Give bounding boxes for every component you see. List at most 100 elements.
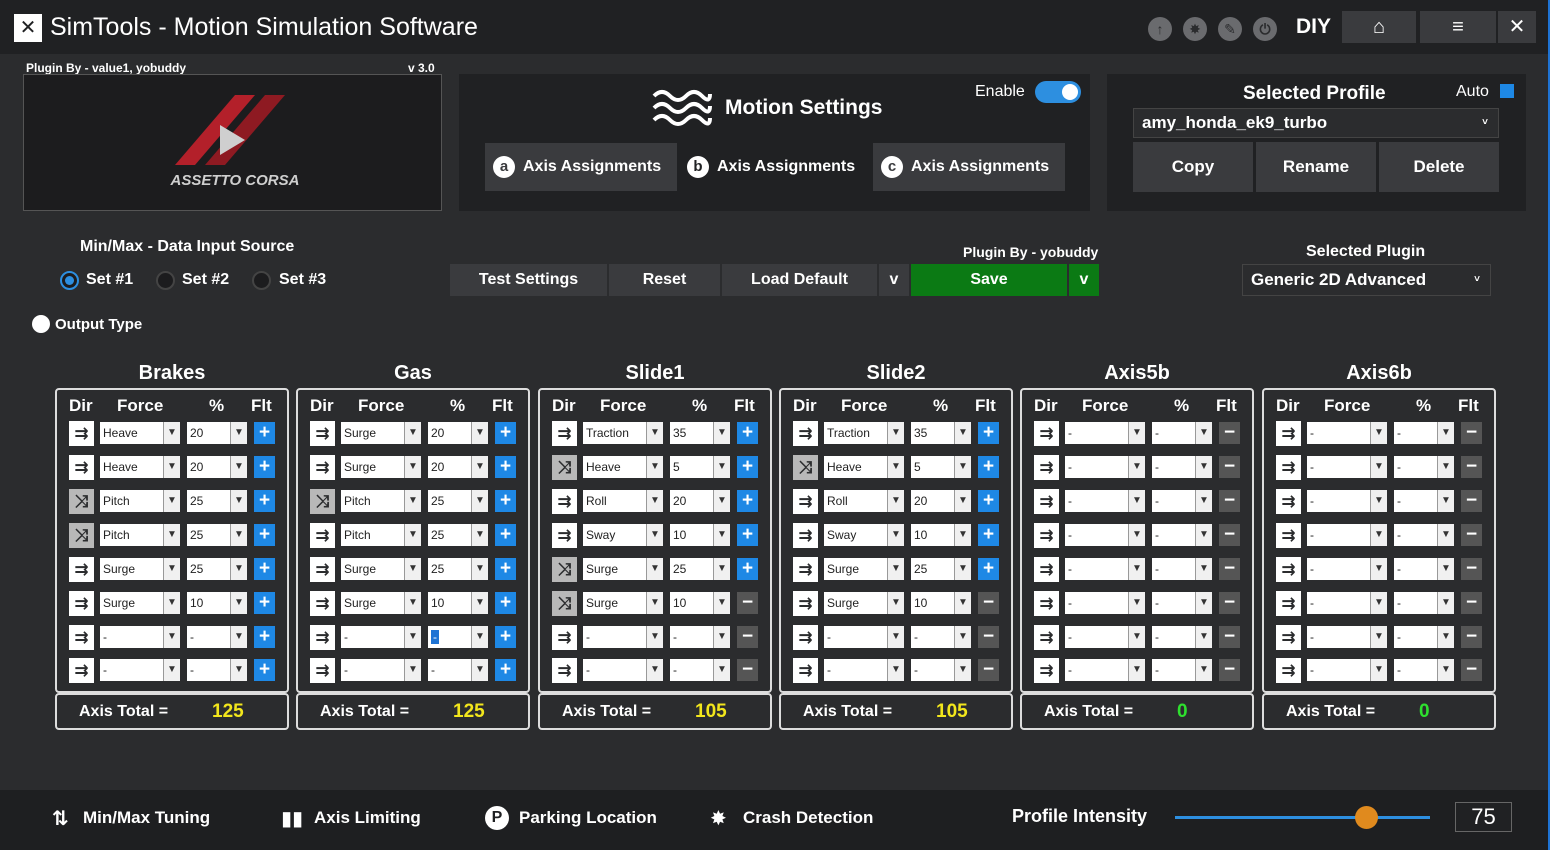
force-select[interactable]: Roll ▼ bbox=[583, 490, 663, 512]
percent-select[interactable]: 20 ▼ bbox=[187, 422, 247, 444]
filter-add-button[interactable]: + bbox=[737, 456, 758, 478]
percent-select[interactable]: - ▼ bbox=[1152, 456, 1212, 478]
direction-icon[interactable]: ⇉ bbox=[552, 523, 577, 548]
filter-remove-button[interactable]: − bbox=[1461, 524, 1482, 546]
percent-select[interactable]: 10 ▼ bbox=[670, 592, 730, 614]
force-select[interactable]: Surge ▼ bbox=[341, 456, 421, 478]
direction-icon[interactable]: ⇉ bbox=[1276, 455, 1301, 480]
direction-icon[interactable]: ⇉ bbox=[1276, 523, 1301, 548]
intensity-value-input[interactable]: 75 bbox=[1455, 802, 1512, 832]
filter-add-button[interactable]: + bbox=[254, 558, 275, 580]
percent-select[interactable]: 20 ▼ bbox=[428, 422, 488, 444]
reset-button[interactable]: Reset bbox=[609, 264, 720, 296]
profile-select[interactable]: amy_honda_ek9_turbo ˅ bbox=[1133, 108, 1499, 138]
filter-add-button[interactable]: + bbox=[254, 659, 275, 681]
load-default-button[interactable]: Load Default bbox=[722, 264, 877, 296]
axis-assignments-b-button[interactable]: b Axis Assignments bbox=[679, 143, 871, 191]
filter-remove-button[interactable]: − bbox=[978, 592, 999, 614]
filter-add-button[interactable]: + bbox=[495, 558, 516, 580]
percent-select[interactable]: - ▼ bbox=[911, 659, 971, 681]
filter-add-button[interactable]: + bbox=[737, 490, 758, 512]
percent-select[interactable]: 25 ▼ bbox=[670, 558, 730, 580]
direction-icon[interactable]: ⇉ bbox=[552, 489, 577, 514]
filter-add-button[interactable]: + bbox=[978, 456, 999, 478]
filter-remove-button[interactable]: − bbox=[1219, 558, 1240, 580]
filter-remove-button[interactable]: − bbox=[1461, 422, 1482, 444]
filter-remove-button[interactable]: − bbox=[1219, 524, 1240, 546]
direction-icon[interactable]: ⇉ bbox=[1034, 523, 1059, 548]
filter-remove-button[interactable]: − bbox=[1461, 558, 1482, 580]
reverse-direction-icon[interactable]: ⤨ bbox=[552, 591, 577, 616]
percent-select[interactable]: - ▼ bbox=[428, 626, 488, 648]
parking-location-button[interactable]: Parking Location bbox=[519, 808, 657, 828]
direction-icon[interactable]: ⇉ bbox=[793, 557, 818, 582]
direction-icon[interactable]: ⇉ bbox=[1276, 591, 1301, 616]
reverse-direction-icon[interactable]: ⤨ bbox=[552, 455, 577, 480]
force-select[interactable]: - ▼ bbox=[1065, 524, 1145, 546]
filter-add-button[interactable]: + bbox=[254, 456, 275, 478]
direction-icon[interactable]: ⇉ bbox=[69, 557, 94, 582]
filter-remove-button[interactable]: − bbox=[1461, 490, 1482, 512]
minmax-tuning-button[interactable]: Min/Max Tuning bbox=[83, 808, 210, 828]
filter-remove-button[interactable]: − bbox=[1219, 626, 1240, 648]
percent-select[interactable]: - ▼ bbox=[1152, 626, 1212, 648]
plugin-select[interactable]: Generic 2D Advanced ˅ bbox=[1242, 264, 1491, 296]
percent-select[interactable]: - ▼ bbox=[187, 659, 247, 681]
percent-select[interactable]: 35 ▼ bbox=[911, 422, 971, 444]
direction-icon[interactable]: ⇉ bbox=[69, 625, 94, 650]
reverse-direction-icon[interactable]: ⤨ bbox=[552, 557, 577, 582]
force-select[interactable]: Surge ▼ bbox=[341, 558, 421, 580]
direction-icon[interactable]: ⇉ bbox=[310, 591, 335, 616]
direction-icon[interactable]: ⇉ bbox=[310, 455, 335, 480]
home-button[interactable]: ⌂ bbox=[1342, 11, 1416, 43]
direction-icon[interactable]: ⇉ bbox=[310, 625, 335, 650]
delete-button[interactable]: Delete bbox=[1379, 142, 1499, 192]
force-select[interactable]: Traction ▼ bbox=[824, 422, 904, 444]
set3-radio[interactable] bbox=[252, 271, 271, 290]
filter-remove-button[interactable]: − bbox=[1461, 626, 1482, 648]
percent-select[interactable]: 10 ▼ bbox=[911, 524, 971, 546]
force-select[interactable]: Sway ▼ bbox=[583, 524, 663, 546]
force-select[interactable]: - ▼ bbox=[1065, 626, 1145, 648]
output-type-label[interactable]: Output Type bbox=[55, 316, 142, 333]
filter-add-button[interactable]: + bbox=[978, 490, 999, 512]
direction-icon[interactable]: ⇉ bbox=[310, 421, 335, 446]
percent-select[interactable]: 25 ▼ bbox=[187, 490, 247, 512]
direction-icon[interactable]: ⇉ bbox=[552, 625, 577, 650]
percent-select[interactable]: 20 ▼ bbox=[187, 456, 247, 478]
load-default-dropdown[interactable]: v bbox=[879, 264, 909, 296]
filter-remove-button[interactable]: − bbox=[978, 659, 999, 681]
force-select[interactable]: - ▼ bbox=[1307, 422, 1387, 444]
percent-select[interactable]: - ▼ bbox=[1152, 659, 1212, 681]
direction-icon[interactable]: ⇉ bbox=[552, 421, 577, 446]
set1-radio[interactable] bbox=[60, 271, 79, 290]
force-select[interactable]: Traction ▼ bbox=[583, 422, 663, 444]
rename-button[interactable]: Rename bbox=[1256, 142, 1376, 192]
force-select[interactable]: Surge ▼ bbox=[341, 592, 421, 614]
menu-button[interactable]: ≡ bbox=[1420, 11, 1496, 43]
percent-select[interactable]: - ▼ bbox=[1394, 490, 1454, 512]
direction-icon[interactable]: ⇉ bbox=[310, 523, 335, 548]
force-select[interactable]: Surge ▼ bbox=[824, 558, 904, 580]
direction-icon[interactable]: ⇉ bbox=[1276, 421, 1301, 446]
percent-select[interactable]: 5 ▼ bbox=[670, 456, 730, 478]
direction-icon[interactable]: ⇉ bbox=[1034, 625, 1059, 650]
percent-select[interactable]: - ▼ bbox=[1152, 490, 1212, 512]
filter-add-button[interactable]: + bbox=[495, 626, 516, 648]
percent-select[interactable]: - ▼ bbox=[1152, 592, 1212, 614]
pencil-icon[interactable]: ✎ bbox=[1218, 17, 1242, 41]
percent-select[interactable]: 25 ▼ bbox=[187, 524, 247, 546]
force-select[interactable]: - ▼ bbox=[1065, 592, 1145, 614]
reverse-direction-icon[interactable]: ⤨ bbox=[69, 523, 94, 548]
direction-icon[interactable]: ⇉ bbox=[793, 658, 818, 683]
percent-select[interactable]: 10 ▼ bbox=[428, 592, 488, 614]
filter-remove-button[interactable]: − bbox=[737, 659, 758, 681]
percent-select[interactable]: - ▼ bbox=[1394, 524, 1454, 546]
percent-select[interactable]: - ▼ bbox=[1394, 592, 1454, 614]
reverse-direction-icon[interactable]: ⤨ bbox=[69, 489, 94, 514]
filter-add-button[interactable]: + bbox=[495, 490, 516, 512]
direction-icon[interactable]: ⇉ bbox=[69, 421, 94, 446]
filter-remove-button[interactable]: − bbox=[1219, 659, 1240, 681]
filter-remove-button[interactable]: − bbox=[978, 626, 999, 648]
set2-radio[interactable] bbox=[156, 271, 175, 290]
